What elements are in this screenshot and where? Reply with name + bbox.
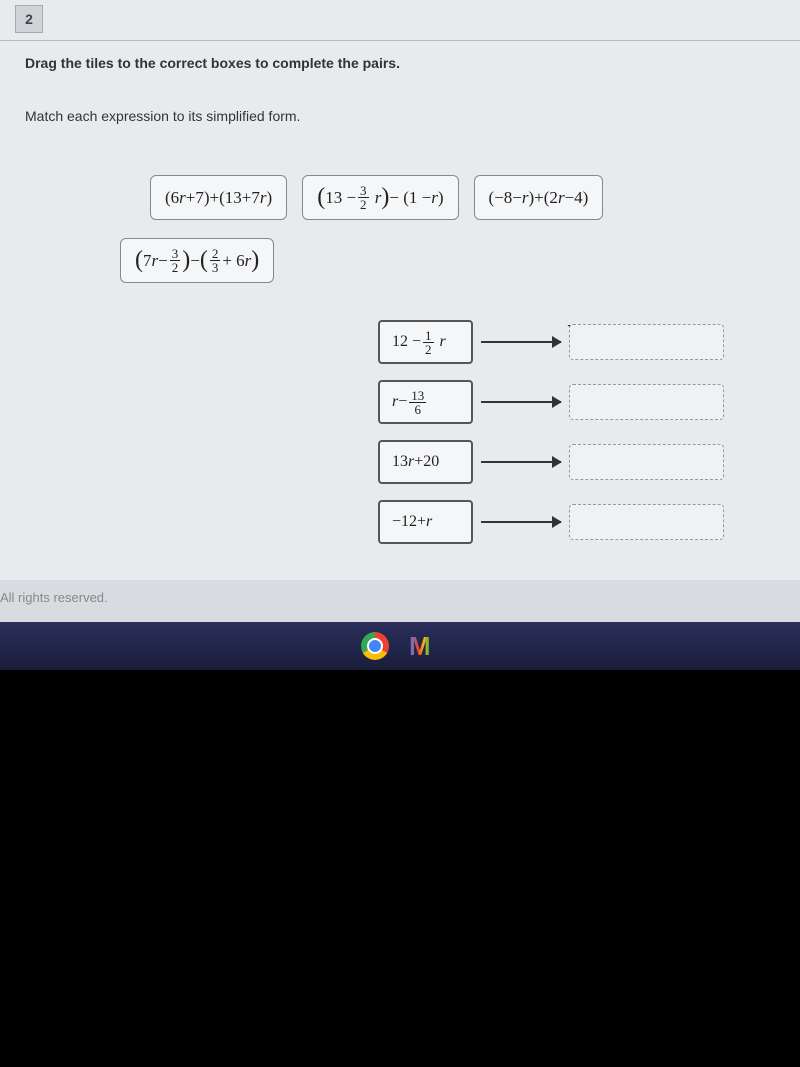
expression-tile-1[interactable]: (6r+7)+(13+7r) bbox=[150, 175, 287, 220]
question-number-badge[interactable]: 2 bbox=[15, 5, 43, 33]
expression-tile-4[interactable]: (7r − 32) − (23 + 6r) bbox=[120, 238, 274, 283]
content-area: 2 Drag the tiles to the correct boxes to… bbox=[0, 0, 800, 580]
answer-box-3: 13r+20 bbox=[378, 440, 473, 484]
drop-zone-2[interactable] bbox=[569, 384, 724, 420]
arrow-icon bbox=[481, 461, 561, 463]
tiles-container: (6r+7)+(13+7r) (13 − 32 r) − (1 − r) (−8… bbox=[150, 175, 750, 220]
black-bezel bbox=[0, 670, 800, 1067]
expression-tile-2[interactable]: (13 − 32 r) − (1 − r) bbox=[302, 175, 458, 220]
footer-copyright: All rights reserved. bbox=[0, 590, 108, 605]
answer-box-2: r − 136 bbox=[378, 380, 473, 424]
drop-zone-4[interactable] bbox=[569, 504, 724, 540]
expression-tile-3[interactable]: (−8−r)+(2r−4) bbox=[474, 175, 604, 220]
arrow-icon bbox=[481, 521, 561, 523]
gmail-icon[interactable]: M bbox=[409, 635, 439, 657]
sub-instruction: Match each expression to its simplified … bbox=[25, 108, 300, 124]
main-instruction: Drag the tiles to the correct boxes to c… bbox=[25, 55, 400, 71]
match-row-2: r − 136 bbox=[378, 380, 724, 424]
match-row-4: −12+r bbox=[378, 500, 724, 544]
match-row-3: 13r+20 bbox=[378, 440, 724, 484]
match-row-1: 12 − 12 r bbox=[378, 320, 724, 364]
drop-zone-1[interactable] bbox=[569, 324, 724, 360]
arrow-icon bbox=[481, 401, 561, 403]
divider bbox=[0, 40, 800, 41]
drop-zone-3[interactable] bbox=[569, 444, 724, 480]
arrow-icon bbox=[481, 341, 561, 343]
chrome-icon[interactable] bbox=[361, 632, 389, 660]
matching-area: 12 − 12 r r − 136 13r+20 −12+r bbox=[378, 320, 724, 560]
taskbar: M bbox=[0, 622, 800, 670]
answer-box-1: 12 − 12 r bbox=[378, 320, 473, 364]
question-number-text: 2 bbox=[25, 11, 33, 27]
answer-box-4: −12+r bbox=[378, 500, 473, 544]
